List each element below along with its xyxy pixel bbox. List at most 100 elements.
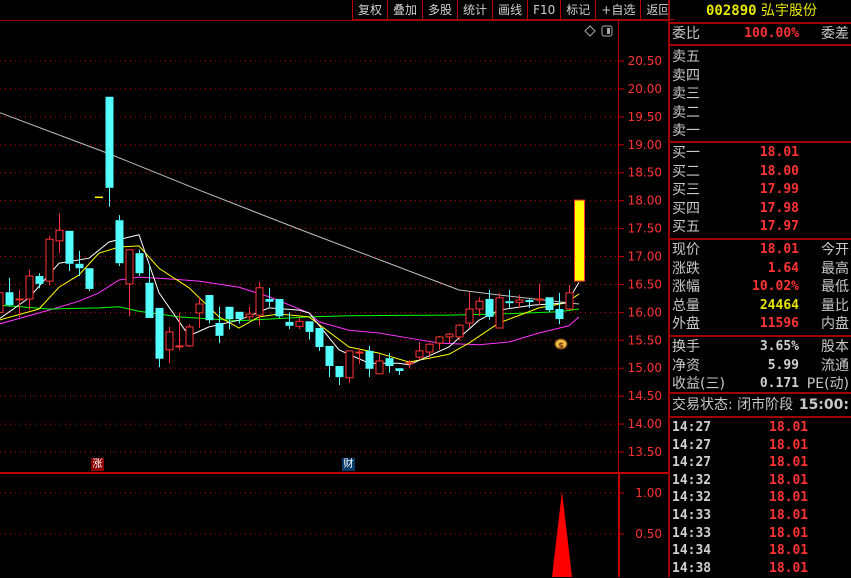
candle[interactable] [235,311,244,324]
stat-row-value: 11596 [759,316,799,332]
tick-time: 14:32 [672,490,712,506]
candle[interactable] [545,297,554,313]
candle-body [435,336,444,344]
stat-row-value: 18.01 [759,242,799,257]
candle[interactable] [574,199,585,282]
sell-row: 卖二 [672,104,851,122]
candle-body [25,275,34,300]
tick-time: 14:27 [672,455,712,471]
stat-row: 总量 24464 量比 [672,297,851,315]
candle-body [465,308,474,324]
candle[interactable] [275,298,284,318]
y-tick-label: 18.00 [628,194,662,208]
stat-row-label: 涨跌 [672,260,700,277]
candle[interactable] [165,326,174,364]
candle[interactable] [395,368,404,375]
tick-row: 14:33 18.01 [672,525,851,543]
candle[interactable] [265,287,274,307]
candle-body [205,295,214,321]
trade-time: 15:00: [798,397,849,413]
candle[interactable] [555,292,564,325]
candle[interactable] [195,297,204,329]
candle[interactable] [455,324,464,341]
candle[interactable] [65,230,74,272]
news-marker-zhang[interactable]: 涨 [91,458,104,471]
buy-row: 买四 17.98 [672,200,851,218]
toolbar-button-5[interactable]: F10 [527,0,560,20]
candle-body [415,350,424,358]
tick-price: 18.01 [769,543,809,559]
candle[interactable] [85,268,94,292]
buy-row-label: 买五 [672,219,700,236]
tick-price: 18.01 [769,437,809,453]
toolbar-button-3[interactable]: 统计 [457,0,492,20]
candle[interactable] [35,273,44,289]
candle[interactable] [495,292,504,329]
candle[interactable] [45,235,54,285]
diamond-icon[interactable] [584,25,596,37]
kline-chart[interactable]: 20.50 20.00 19.50 19.00 18.50 18.00 17.50 17.00… [0,0,668,577]
candle-body [555,309,564,320]
candle-body [515,299,524,303]
candle[interactable] [205,295,214,324]
candle[interactable] [335,365,344,385]
toolbar-button-6[interactable]: 标记 [560,0,595,20]
candle[interactable] [315,328,324,351]
toolbar-button-1[interactable]: 叠加 [387,0,422,20]
candle[interactable] [325,345,334,378]
candle[interactable] [155,307,164,368]
panel-toggle-knob [607,28,610,34]
y-tick-label: 15.00 [628,361,662,375]
candle[interactable] [475,297,484,316]
finance-marker-cai[interactable]: 财 [342,458,355,471]
candle-body [235,311,244,320]
candle[interactable] [215,306,224,344]
candle[interactable] [185,324,194,348]
candle[interactable] [445,333,454,344]
candle-body [574,199,585,282]
candle[interactable] [415,341,424,360]
candle[interactable] [375,354,384,375]
candle[interactable] [5,277,14,307]
candle[interactable] [245,306,254,321]
candle[interactable] [465,292,474,329]
tick-time: 14:27 [672,437,712,453]
candle[interactable] [345,350,354,383]
candle[interactable] [225,306,234,330]
candle[interactable] [115,215,124,267]
y-tick-label: 19.00 [628,138,662,152]
weibi-value: 100.00% [744,26,799,41]
candle[interactable] [55,212,64,254]
toolbar-button-4[interactable]: 画线 [492,0,527,20]
candle-body [545,297,554,311]
candle-body [225,306,234,320]
candle-body [385,358,394,366]
candle[interactable] [435,335,444,350]
candle[interactable] [535,283,544,306]
buy-row-label: 买二 [672,163,700,180]
candle-body [265,298,274,302]
candle[interactable] [75,250,84,277]
tick-row: 14:33 18.01 [672,507,851,525]
candle[interactable] [355,348,364,364]
candle[interactable] [295,317,304,330]
candle[interactable] [565,284,574,311]
toolbar-button-2[interactable]: 多股 [422,0,457,20]
stat-row-right-label: 今开 [821,242,849,258]
weibi-row: 委比 100.00% 委差 [672,25,851,43]
candle[interactable] [385,353,394,373]
candle[interactable] [305,321,314,340]
candle[interactable] [135,249,144,277]
candle[interactable] [505,290,514,308]
stat-row-right-label: 最高 [821,260,849,277]
candle[interactable] [25,269,34,311]
toolbar-button-0[interactable]: 复权 [352,0,387,20]
candle-body [215,322,224,336]
candle[interactable] [525,298,534,308]
candle[interactable] [0,290,4,315]
y-tick-label: 16.00 [628,305,662,319]
sell-row-label: 卖四 [672,67,700,84]
candle[interactable] [105,96,114,207]
candle[interactable] [125,249,134,317]
toolbar-button-7[interactable]: +自选 [595,0,640,20]
